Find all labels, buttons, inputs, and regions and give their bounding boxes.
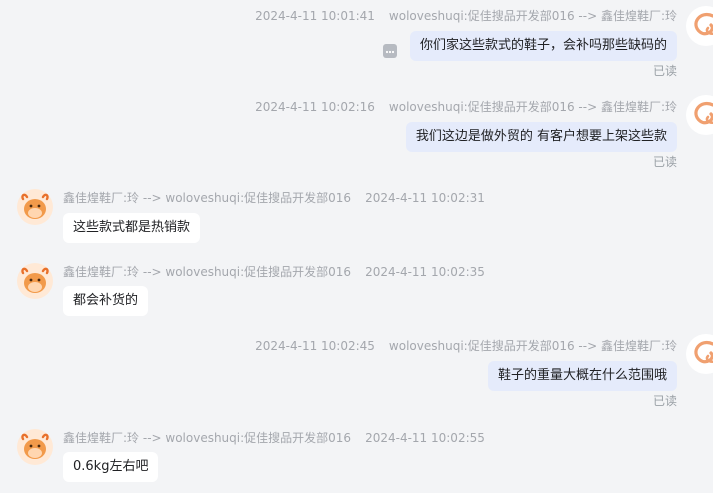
cow-avatar[interactable] (17, 263, 53, 299)
message-route: 鑫佳煌鞋厂:玲 --> woloveshuqi:促佳搜品开发部016 (63, 191, 352, 205)
message-time: 2024-4-11 10:01:41 (255, 9, 375, 23)
c-logo-avatar[interactable] (686, 6, 713, 46)
message-time: 2024-4-11 10:02:16 (255, 100, 375, 114)
message-time: 2024-4-11 10:02:31 (365, 191, 485, 205)
message-route: 鑫佳煌鞋厂:玲 --> woloveshuqi:促佳搜品开发部016 (63, 265, 352, 279)
message-route: woloveshuqi:促佳搜品开发部016 --> 鑫佳煌鞋厂:玲 (388, 9, 677, 23)
message-meta: 鑫佳煌鞋厂:玲 --> woloveshuqi:促佳搜品开发部016 2024-4… (63, 189, 485, 206)
message-meta: 鑫佳煌鞋厂:玲 --> woloveshuqi:促佳搜品开发部016 2024-4… (63, 429, 485, 446)
read-status: 已读 (652, 394, 677, 408)
c-logo-avatar[interactable] (686, 334, 713, 374)
message-time: 2024-4-11 10:02:55 (365, 431, 485, 445)
message-meta: 2024-4-11 10:02:45 woloveshuqi:促佳搜品开发部016… (255, 337, 677, 354)
message-route: 鑫佳煌鞋厂:玲 --> woloveshuqi:促佳搜品开发部016 (63, 431, 352, 445)
message-route: woloveshuqi:促佳搜品开发部016 --> 鑫佳煌鞋厂:玲 (388, 100, 677, 114)
message-route: woloveshuqi:促佳搜品开发部016 --> 鑫佳煌鞋厂:玲 (388, 339, 677, 353)
message-meta: 2024-4-11 10:01:41 woloveshuqi:促佳搜品开发部016… (255, 7, 677, 24)
message-meta: 鑫佳煌鞋厂:玲 --> woloveshuqi:促佳搜品开发部016 2024-4… (63, 263, 485, 280)
message-bubble[interactable]: 0.6kg左右吧 (63, 452, 159, 482)
more-options-icon[interactable] (383, 44, 397, 58)
read-status: 已读 (652, 64, 677, 78)
message-bubble[interactable]: 这些款式都是热销款 (63, 213, 201, 243)
c-logo-avatar[interactable] (686, 95, 713, 135)
message-time: 2024-4-11 10:02:35 (365, 265, 485, 279)
message-bubble[interactable]: 都会补货的 (63, 286, 149, 316)
cow-avatar[interactable] (17, 429, 53, 465)
message-meta: 2024-4-11 10:02:16 woloveshuqi:促佳搜品开发部016… (255, 98, 677, 115)
read-status: 已读 (652, 155, 677, 169)
chat-message-list: 2024-4-11 10:01:41 woloveshuqi:促佳搜品开发部016… (0, 0, 713, 493)
message-time: 2024-4-11 10:02:45 (255, 339, 375, 353)
message-bubble[interactable]: 你们家这些款式的鞋子，会补吗那些缺码的 (409, 31, 677, 61)
message-bubble[interactable]: 鞋子的重量大概在什么范围哦 (487, 361, 677, 391)
cow-avatar[interactable] (17, 189, 53, 225)
message-bubble[interactable]: 我们这边是做外贸的 有客户想要上架这些款 (405, 122, 677, 152)
